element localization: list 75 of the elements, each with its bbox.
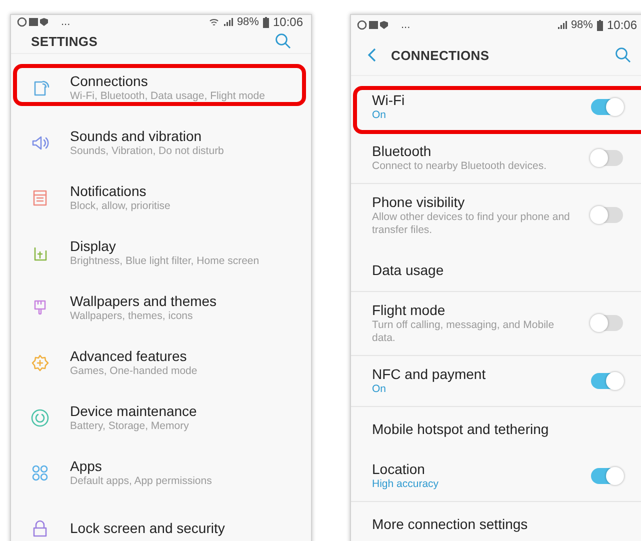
item-title: Apps: [70, 457, 103, 475]
back-icon[interactable]: [367, 48, 377, 62]
settings-item[interactable]: Display Brightness, Blue light filter, Home screen: [11, 225, 311, 280]
item-title: Display: [70, 237, 117, 255]
item-title: NFC and payment: [372, 365, 487, 383]
item-subtitle: Wallpapers, themes, icons: [70, 310, 194, 323]
item-title: Device maintenance: [70, 402, 198, 420]
item-status: High accuracy: [372, 478, 440, 491]
battery-percent: 98%: [570, 19, 593, 31]
item-subtitle: Default apps, App permissions: [70, 475, 213, 488]
settings-item[interactable]: Sounds and vibration Sounds, Vibration, Do not disturb: [11, 115, 311, 170]
item-title: More connection settings: [372, 515, 529, 533]
settings-item[interactable]: Connections Wi-Fi, Bluetooth, Data usage, Flight mode: [11, 60, 311, 115]
item-subtitle: Games, One-handed mode: [70, 365, 198, 378]
toggle-switch[interactable]: [591, 468, 623, 484]
settings-item[interactable]: Apps Default apps, App permissions: [11, 445, 311, 500]
item-subtitle: Sounds, Vibration, Do not disturb: [70, 145, 225, 158]
item-title: Location: [372, 460, 426, 478]
item-subtitle: Block, allow, prioritise: [70, 200, 172, 213]
connection-item[interactable]: More connection settings: [351, 502, 641, 541]
item-subtitle: Brightness, Blue light filter, Home screen: [70, 255, 260, 268]
clock-time: 10:06: [272, 15, 303, 29]
settings-item[interactable]: Wallpapers and themes Wallpapers, themes, icons: [11, 280, 311, 335]
screen-title: CONNECTIONS: [391, 48, 490, 62]
item-subtitle: Allow other devices to find your phone and transfer files.: [372, 211, 571, 237]
item-title: Advanced features: [70, 347, 188, 365]
connection-item[interactable]: Wi-Fi On: [351, 82, 641, 133]
connection-item[interactable]: Location High accuracy: [351, 451, 641, 502]
toggle-switch[interactable]: [591, 150, 623, 166]
item-title: Flight mode: [372, 301, 446, 319]
battery-percent: 98%: [236, 16, 259, 28]
search-icon[interactable]: [275, 33, 291, 49]
item-title: Phone visibility: [372, 193, 466, 211]
more-notifications-text: ...: [401, 19, 410, 31]
screen-title: SETTINGS: [31, 34, 99, 48]
item-title: Bluetooth: [372, 142, 432, 160]
settings-item[interactable]: Device maintenance Battery, Storage, Memory: [11, 390, 311, 445]
item-subtitle: Battery, Storage, Memory: [70, 420, 190, 433]
connection-item[interactable]: NFC and payment On: [351, 356, 641, 407]
item-title: Notifications: [70, 182, 148, 200]
item-subtitle: Turn off calling, messaging, and Mobile data.: [372, 319, 556, 345]
gear-plus-icon: [30, 352, 50, 372]
toggle-switch[interactable]: [591, 315, 623, 331]
settings-item[interactable]: Lock screen and security: [11, 500, 311, 541]
item-title: Mobile hotspot and tethering: [372, 420, 550, 438]
signal-icon: [222, 17, 233, 27]
battery-icon: [262, 16, 269, 28]
item-title: Lock screen and security: [70, 518, 226, 536]
more-notifications-text: ...: [61, 16, 70, 28]
item-title: Wi-Fi: [372, 91, 406, 109]
settings-item[interactable]: Notifications Block, allow, prioritise: [11, 170, 311, 225]
toggle-switch[interactable]: [591, 207, 623, 223]
toggle-switch[interactable]: [591, 98, 623, 114]
refresh-circle-icon: [30, 408, 50, 428]
item-title: Wallpapers and themes: [70, 292, 218, 310]
settings-item[interactable]: Advanced features Games, One-handed mode: [11, 335, 311, 390]
connection-item[interactable]: Flight mode Turn off calling, messaging, and Mobile data.: [351, 292, 641, 356]
clock-time: 10:06: [606, 18, 637, 32]
connection-item[interactable]: Phone visibility Allow other devices to find your phone and transfer files.: [351, 184, 641, 248]
wifi-icon: [208, 17, 219, 27]
connection-item[interactable]: Bluetooth Connect to nearby Bluetooth devices.: [351, 133, 641, 184]
connection-item[interactable]: Mobile hotspot and tethering: [351, 407, 641, 451]
battery-icon: [596, 20, 603, 30]
connection-item[interactable]: Data usage: [351, 248, 641, 292]
search-icon[interactable]: [615, 47, 631, 63]
item-subtitle: Wi-Fi, Bluetooth, Data usage, Flight mode: [70, 90, 266, 103]
signal-icon: [556, 20, 567, 30]
item-title: Sounds and vibration: [70, 127, 203, 145]
item-status: On: [372, 109, 388, 122]
item-title: Connections: [70, 72, 149, 90]
toggle-switch[interactable]: [591, 372, 623, 388]
item-subtitle: Connect to nearby Bluetooth devices.: [372, 160, 548, 173]
item-status: On: [372, 383, 388, 396]
apps-grid-icon: [30, 462, 50, 482]
item-title: Data usage: [372, 261, 445, 279]
